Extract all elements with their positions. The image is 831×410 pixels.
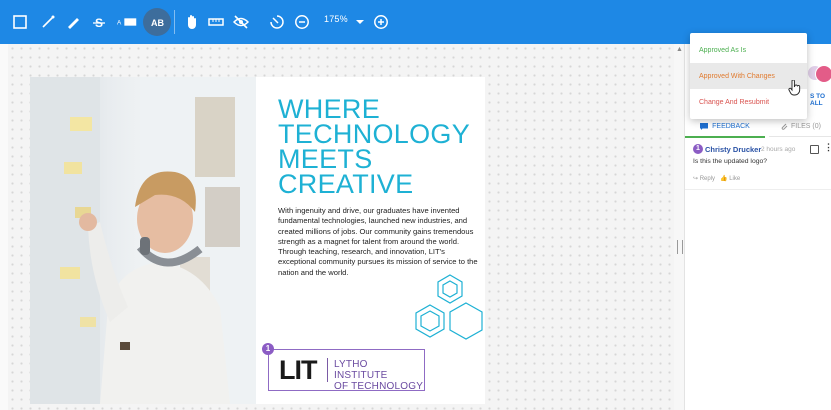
- ruler-icon[interactable]: [207, 13, 225, 31]
- comment-author: Christy Drucker: [705, 145, 762, 154]
- line-icon[interactable]: [39, 13, 57, 31]
- tab-feedback[interactable]: FEEDBACK: [685, 116, 765, 138]
- zoom-level[interactable]: 175%: [324, 14, 348, 24]
- hexagon-graphic: [415, 274, 483, 340]
- comment-actions: ↪ Reply 👍 Like: [693, 175, 740, 182]
- send-to-all-link[interactable]: S TO ALL: [810, 93, 831, 107]
- pen-icon[interactable]: [64, 13, 82, 31]
- tab-label: FEEDBACK: [712, 122, 750, 130]
- like-link[interactable]: Like: [729, 176, 740, 182]
- document-body-text: With ingenuity and drive, our graduates …: [278, 206, 478, 277]
- svg-text:AB: AB: [151, 18, 164, 28]
- logo-divider: [327, 358, 328, 382]
- comment-number-badge: 1: [693, 144, 703, 154]
- zoom-in-icon[interactable]: [372, 13, 390, 31]
- comment-time: 2 hours ago: [761, 146, 796, 153]
- toolbar-separator: [174, 10, 175, 34]
- document-page: WHERE TECHNOLOGY MEETS CREATIVE With ing…: [30, 77, 485, 404]
- comment-divider: [685, 189, 831, 190]
- scroll-up-icon[interactable]: ▲: [676, 46, 683, 53]
- tab-label: FILES (0): [791, 122, 821, 130]
- comment-text: Is this the updated logo?: [693, 158, 768, 165]
- logo-line: OF TECHNOLOGY: [334, 381, 424, 392]
- text-box-icon[interactable]: A: [116, 13, 140, 31]
- paperclip-icon: [781, 123, 788, 130]
- canvas-margin: [0, 44, 8, 410]
- document-title: WHERE TECHNOLOGY MEETS CREATIVE: [278, 96, 483, 199]
- approval-status-dropdown: Approved As Is Approved With Changes Cha…: [690, 33, 807, 119]
- avatar[interactable]: [815, 65, 831, 83]
- resolve-checkbox[interactable]: [810, 145, 819, 154]
- annotation-marker[interactable]: 1: [262, 343, 274, 355]
- lit-logo[interactable]: LIT LYTHO INSTITUTE OF TECHNOLOGY: [268, 349, 425, 392]
- more-options-icon[interactable]: ⋮: [824, 142, 831, 153]
- student-photo: [30, 77, 256, 404]
- logo-name: LYTHO INSTITUTE OF TECHNOLOGY: [334, 359, 424, 392]
- hand-icon[interactable]: [183, 13, 201, 31]
- like-icon[interactable]: 👍: [720, 176, 727, 182]
- tab-files[interactable]: FILES (0): [769, 116, 831, 137]
- undo-icon[interactable]: [268, 13, 286, 31]
- vertical-scrollbar[interactable]: ▲: [674, 44, 684, 410]
- logo-line: LYTHO INSTITUTE: [334, 359, 388, 381]
- text-select-icon[interactable]: AB: [143, 8, 171, 36]
- hide-icon[interactable]: [232, 13, 250, 31]
- select-icon[interactable]: [11, 13, 29, 31]
- chat-icon: [700, 122, 709, 130]
- zoom-dropdown-icon[interactable]: [351, 13, 369, 31]
- reply-link[interactable]: Reply: [700, 176, 715, 182]
- zoom-out-icon[interactable]: [293, 13, 311, 31]
- strikethrough-icon[interactable]: S: [90, 13, 108, 31]
- panel-tabs: FEEDBACK FILES (0): [685, 116, 831, 138]
- logo-mark: LIT: [279, 355, 317, 385]
- title-line: CREATIVE: [278, 169, 414, 199]
- reply-icon[interactable]: ↪: [693, 176, 698, 182]
- panel-resize-handle[interactable]: [677, 240, 683, 254]
- option-approved-as-is[interactable]: Approved As Is: [690, 37, 807, 63]
- hand-pointer-icon: [788, 80, 801, 96]
- svg-text:A: A: [117, 20, 122, 27]
